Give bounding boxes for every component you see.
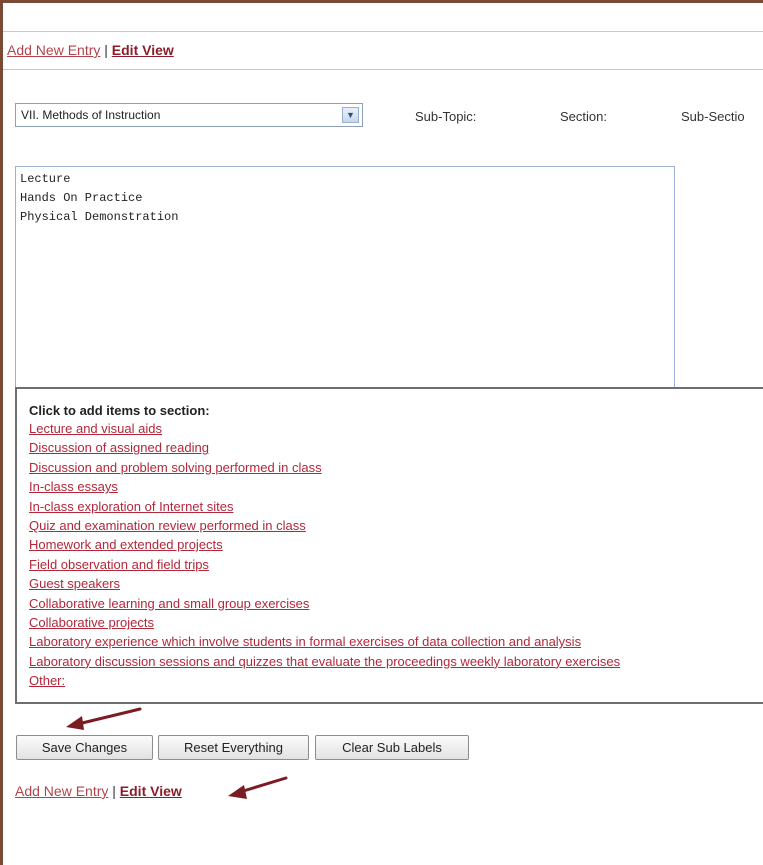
divider (3, 31, 763, 32)
item-link[interactable]: Guest speakers (29, 574, 763, 593)
item-link[interactable]: Laboratory discussion sessions and quizz… (29, 652, 763, 671)
divider (3, 69, 763, 70)
add-new-entry-link[interactable]: Add New Entry (15, 783, 108, 799)
sub-section-label: Sub-Sectio (681, 109, 745, 124)
item-link[interactable]: Field observation and field trips (29, 555, 763, 574)
reset-everything-button[interactable]: Reset Everything (158, 735, 309, 760)
item-link[interactable]: Lecture and visual aids (29, 419, 763, 438)
window-frame-left (0, 0, 3, 865)
add-new-entry-link[interactable]: Add New Entry (7, 42, 100, 58)
item-link[interactable]: Homework and extended projects (29, 535, 763, 554)
topic-select-value: VII. Methods of Instruction (21, 108, 161, 122)
chevron-down-icon[interactable]: ▼ (342, 107, 359, 123)
sub-topic-label: Sub-Topic: (415, 109, 477, 124)
item-link[interactable]: Collaborative projects (29, 613, 763, 632)
section-text-line: Hands On Practice (20, 191, 143, 205)
nav-separator: | (104, 42, 108, 58)
items-panel-title: Click to add items to section: (29, 403, 210, 418)
item-link[interactable]: Quiz and examination review performed in… (29, 516, 763, 535)
window-frame-top (0, 0, 763, 3)
item-link[interactable]: Collaborative learning and small group e… (29, 594, 763, 613)
nav-separator: | (112, 783, 116, 799)
section-text-line: Physical Demonstration (20, 210, 179, 224)
save-changes-button[interactable]: Save Changes (16, 735, 153, 760)
clear-sub-labels-button[interactable]: Clear Sub Labels (315, 735, 469, 760)
annotation-arrow (66, 707, 142, 730)
item-link[interactable]: Discussion of assigned reading (29, 438, 763, 457)
top-nav: Add New Entry | Edit View (7, 42, 174, 58)
bottom-nav: Add New Entry | Edit View (15, 783, 182, 799)
edit-view-link[interactable]: Edit View (120, 783, 182, 799)
topic-select[interactable]: VII. Methods of Instruction ▼ (15, 103, 363, 127)
annotation-arrow (228, 776, 288, 799)
section-textarea[interactable]: Lecture Hands On Practice Physical Demon… (15, 166, 675, 388)
section-label: Section: (560, 109, 607, 124)
item-link[interactable]: Discussion and problem solving performed… (29, 458, 763, 477)
item-link[interactable]: Other: (29, 671, 763, 690)
section-text-line: Lecture (20, 172, 71, 186)
item-link[interactable]: In-class exploration of Internet sites (29, 497, 763, 516)
items-panel: Click to add items to section: Lecture a… (15, 387, 763, 704)
item-link[interactable]: Laboratory experience which involve stud… (29, 632, 763, 651)
item-link[interactable]: In-class essays (29, 477, 763, 496)
edit-view-link[interactable]: Edit View (112, 42, 174, 58)
